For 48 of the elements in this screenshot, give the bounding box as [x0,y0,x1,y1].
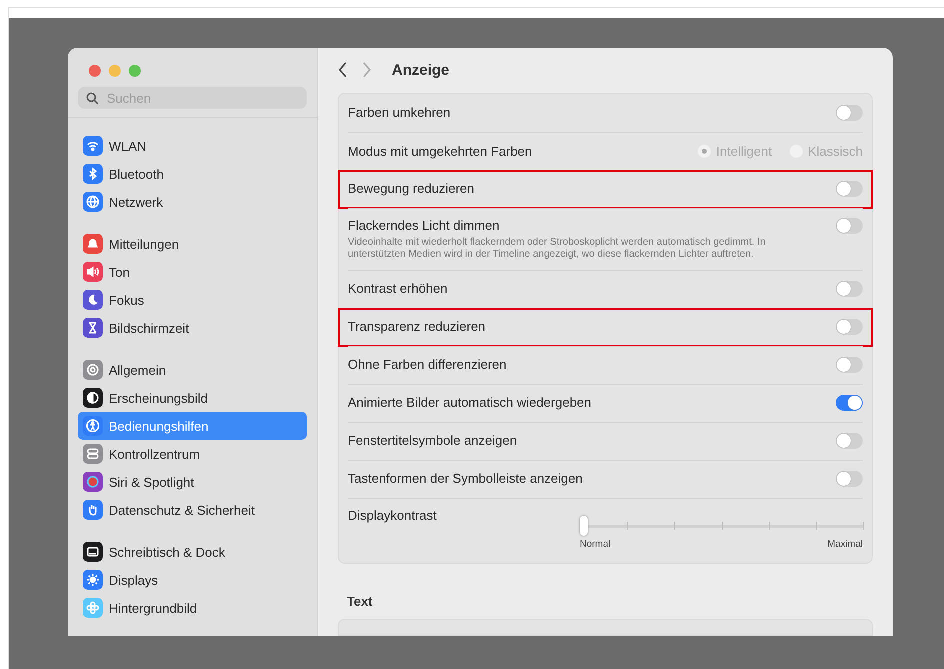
zoom-button[interactable] [129,65,141,77]
setting-label: Transparenz reduzieren [348,319,486,334]
toggle-switch[interactable] [836,433,863,450]
section-title: Text [346,592,374,611]
setting-label: Fenstertitelsymbole anzeigen [348,433,518,448]
back-icon[interactable] [338,62,348,78]
sidebar-item[interactable]: Allgemein [78,356,307,384]
sidebar-item[interactable]: Erscheinungsbild [78,384,307,412]
sidebar-item[interactable]: Datenschutz & Sicherheit [78,496,307,524]
slider-min-label: Normal [580,538,611,550]
sidebar-item[interactable]: Displays [78,566,307,594]
setting-label: Displaykontrast [348,508,437,523]
contrast-slider[interactable] [580,516,863,536]
forward-icon[interactable] [362,62,372,78]
toggle-switch[interactable] [836,218,863,234]
minimize-button[interactable] [109,65,121,77]
toggle-switch[interactable] [836,471,863,488]
setting-label: Tastenformen der Symbolleiste anzeigen [348,471,583,486]
sidebar-item[interactable]: Bluetooth [78,160,307,188]
sidebar-item[interactable]: Siri & Spotlight [78,468,307,496]
sidebar-item[interactable]: WLAN [78,132,307,160]
toggle-switch[interactable] [836,395,863,412]
setting-label: Flackerndes Licht dimmen [348,218,501,233]
toggle-switch[interactable] [836,181,863,198]
setting-label: Modus mit umgekehrten Farben [348,144,532,159]
setting-label: Bewegung reduzieren [348,181,474,196]
toggle-switch[interactable] [836,319,863,336]
sidebar-item[interactable]: Kontrollzentrum [78,440,307,468]
setting-label: Kontrast erhöhen [348,281,448,296]
sidebar-item[interactable]: Fokus [78,286,307,314]
sidebar-item[interactable]: Hintergrundbild [78,594,307,622]
toggle-switch[interactable] [836,281,863,298]
search-icon [86,92,99,105]
sidebar-item[interactable]: Bildschirmzeit [78,314,307,342]
toggle-switch[interactable] [836,357,863,374]
sidebar-item[interactable]: Schreibtisch & Dock [78,538,307,566]
sidebar-item[interactable]: Netzwerk [78,188,307,216]
close-button[interactable] [89,65,101,77]
setting-label: Animierte Bilder automatisch wiedergeben [348,395,592,410]
page-title: Anzeige [392,62,450,79]
setting-label: Farben umkehren [348,104,451,120]
sidebar-item[interactable]: Mitteilungen [78,230,307,258]
slider-thumb[interactable] [580,516,588,536]
slider-max-label: Maximal [828,538,863,550]
toggle-switch[interactable] [836,104,863,121]
setting-description: Videoinhalte mit wiederholt flackerndem oder Stroboskoplicht werden automatisch gedimmt. In unterstützten Medien wird in der Timeline angezeigt, wo diese flackernden Lichter auftreten. [348,236,767,261]
sidebar-item[interactable]: Ton [78,258,307,286]
setting-label: Ohne Farben differenzieren [348,357,507,372]
